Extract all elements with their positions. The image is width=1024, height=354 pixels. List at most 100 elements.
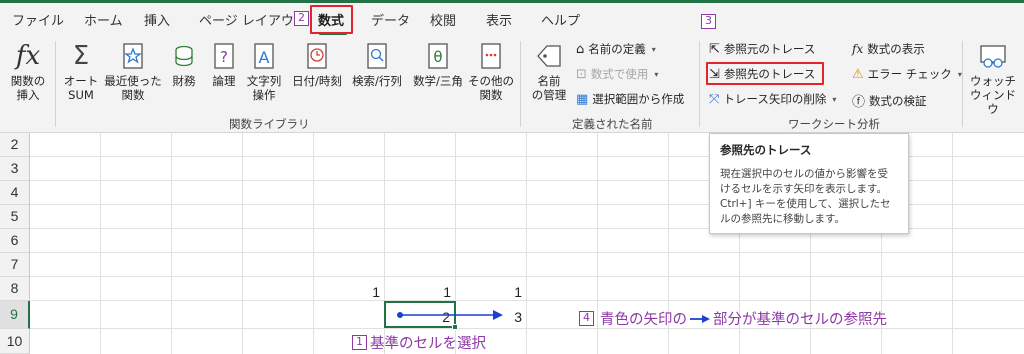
formulas-tab-highlight bbox=[310, 5, 353, 34]
trace-dependents-highlight bbox=[706, 62, 824, 85]
insert-function-button[interactable]: fx 関数の 挿入 bbox=[6, 41, 50, 102]
grid-col-line bbox=[242, 133, 243, 354]
function-library-group-label: 関数ライブラリ bbox=[229, 117, 310, 131]
row-header[interactable]: 7 bbox=[0, 253, 30, 277]
trace-precedents-label: 参照元のトレース bbox=[723, 42, 816, 56]
step-3-badge: 3 bbox=[701, 14, 716, 29]
formula-auditing-group-label: ワークシート分析 bbox=[788, 117, 880, 131]
use-in-formula-label: 数式で使用 bbox=[590, 67, 649, 81]
logical-button[interactable]: ? 論理 bbox=[206, 41, 242, 88]
chevron-down-icon: ▾ bbox=[832, 94, 837, 104]
recently-used-button[interactable]: 最近使った 関数 bbox=[104, 41, 162, 102]
tab-page-layout[interactable]: ページ レイアウト bbox=[199, 10, 307, 29]
annotation-1-text: 基準のセルを選択 bbox=[370, 336, 486, 352]
datetime-button[interactable]: 日付/時刻 bbox=[289, 41, 345, 88]
create-from-selection-button[interactable]: ▦ 選択範囲から作成 bbox=[576, 91, 684, 107]
warning-icon: ⚠ bbox=[852, 66, 864, 82]
text-a-icon: A bbox=[254, 43, 274, 69]
formula-small-icon: ⊡ bbox=[576, 66, 587, 82]
step-4-badge: 4 bbox=[579, 311, 594, 326]
row-header[interactable]: 3 bbox=[0, 157, 30, 181]
text-functions-button[interactable]: A 文字列 操作 bbox=[244, 41, 284, 102]
show-formulas-button[interactable]: fx 数式の表示 bbox=[852, 41, 925, 57]
evaluate-formula-label: 数式の検証 bbox=[869, 93, 927, 108]
tab-home[interactable]: ホーム bbox=[84, 10, 123, 29]
dependent-arrow bbox=[397, 310, 503, 320]
separator bbox=[699, 41, 700, 127]
grid-col-line bbox=[526, 133, 527, 354]
step-1-badge: 1 bbox=[352, 335, 367, 350]
tab-help[interactable]: ヘルプ bbox=[541, 10, 580, 29]
remove-arrows-label: トレース矢印の削除 bbox=[723, 92, 827, 106]
row-header-selected[interactable]: 9 bbox=[0, 301, 30, 329]
annotation-4: 4 青色の矢印の 部分が基準のセルの参照先 bbox=[579, 308, 887, 329]
cell-value: 1 bbox=[372, 284, 380, 300]
tab-file[interactable]: ファイル bbox=[12, 10, 64, 29]
tooltip-body: 現在選択中のセルの値から影響を受けるセルを示す矢印を表示します。Ctrl+] キ… bbox=[720, 168, 891, 225]
grid-col-line bbox=[100, 133, 101, 354]
more-functions-label: その他の 関数 bbox=[468, 74, 514, 102]
row-header[interactable]: 6 bbox=[0, 229, 30, 253]
svg-text:A: A bbox=[259, 48, 270, 67]
tab-review[interactable]: 校閲 bbox=[430, 10, 456, 29]
glasses-window-icon bbox=[980, 45, 1006, 68]
tab-insert[interactable]: 挿入 bbox=[144, 10, 170, 29]
more-functions-button[interactable]: その他の 関数 bbox=[468, 41, 514, 102]
autosum-button[interactable]: Σ オート SUM bbox=[58, 41, 104, 102]
annotation-4-text-b: 部分が基準のセルの参照先 bbox=[713, 312, 887, 328]
define-name-button[interactable]: ⌂ 名前の定義 ▾ bbox=[576, 41, 656, 57]
financial-label: 財務 bbox=[172, 74, 196, 88]
cell-value: 1 bbox=[443, 284, 451, 300]
tag-small-icon: ⌂ bbox=[576, 41, 585, 57]
financial-button[interactable]: 財務 bbox=[166, 41, 202, 88]
tab-data[interactable]: データ bbox=[371, 10, 410, 29]
step-2-badge: 2 bbox=[294, 11, 309, 26]
clock-book-icon bbox=[307, 43, 327, 69]
watch-window-label: ウォッチ ウィンドウ bbox=[970, 74, 1016, 116]
error-checking-button[interactable]: ⚠ エラー チェック ▾ bbox=[852, 66, 962, 82]
svg-text:θ: θ bbox=[433, 48, 442, 66]
logical-label: 論理 bbox=[212, 74, 236, 88]
autosum-label: オート SUM bbox=[63, 74, 99, 102]
ribbon-tabs: ファイル ホーム 挿入 ページ レイアウト 数式 データ 校閲 表示 ヘルプ bbox=[0, 3, 1024, 35]
trace-precedents-icon: ⇱ bbox=[709, 41, 720, 57]
lookup-button[interactable]: 検索/行列 bbox=[347, 41, 407, 88]
chevron-down-icon: ▾ bbox=[651, 44, 656, 54]
name-manager-button[interactable]: 名前 の管理 bbox=[526, 41, 572, 102]
separator bbox=[962, 41, 963, 127]
magnifier-book-icon bbox=[367, 43, 387, 69]
row-header[interactable]: 10 bbox=[0, 329, 30, 354]
tooltip: 参照先のトレース 現在選択中のセルの値から影響を受けるセルを示す矢印を表示します… bbox=[709, 133, 909, 234]
separator bbox=[55, 41, 56, 127]
text-functions-label: 文字列 操作 bbox=[246, 74, 282, 102]
tag-icon bbox=[537, 45, 561, 67]
use-in-formula-button[interactable]: ⊡ 数式で使用 ▾ bbox=[576, 66, 658, 82]
fx-icon: fx bbox=[15, 41, 41, 71]
create-from-selection-label: 選択範囲から作成 bbox=[592, 92, 685, 106]
grid-row-line bbox=[30, 252, 1024, 253]
annotation-4-text-a: 青色の矢印の bbox=[600, 312, 687, 328]
watch-window-button[interactable]: ウォッチ ウィンドウ bbox=[966, 41, 1020, 116]
evaluate-formula-button[interactable]: ⓕ 数式の検証 bbox=[852, 91, 927, 111]
row-header[interactable]: 5 bbox=[0, 205, 30, 229]
datetime-label: 日付/時刻 bbox=[292, 74, 342, 88]
grid-row-line bbox=[30, 276, 1024, 277]
fill-handle[interactable] bbox=[452, 324, 458, 330]
question-book-icon: ? bbox=[214, 43, 234, 69]
ribbon: fx 関数の 挿入 Σ オート SUM 最近使った 関数 財務 ? 論理 A 文… bbox=[0, 35, 1024, 133]
tab-view[interactable]: 表示 bbox=[486, 10, 512, 29]
grid-col-line bbox=[952, 133, 953, 354]
row-header[interactable]: 2 bbox=[0, 133, 30, 157]
svg-text:?: ? bbox=[220, 48, 228, 66]
show-formulas-icon: fx bbox=[852, 42, 864, 56]
cell-value: 1 bbox=[514, 284, 522, 300]
name-manager-label: 名前 の管理 bbox=[531, 74, 567, 102]
blue-arrow-sample-icon bbox=[690, 314, 710, 323]
remove-arrows-button[interactable]: ⤧ トレース矢印の削除 ▾ bbox=[709, 91, 836, 107]
row-header[interactable]: 8 bbox=[0, 277, 30, 301]
trace-precedents-button[interactable]: ⇱ 参照元のトレース bbox=[709, 41, 815, 57]
math-button[interactable]: θ 数学/三角 bbox=[408, 41, 468, 88]
defined-names-group-label: 定義された名前 bbox=[572, 117, 653, 131]
row-header[interactable]: 4 bbox=[0, 181, 30, 205]
coins-icon bbox=[175, 45, 193, 67]
